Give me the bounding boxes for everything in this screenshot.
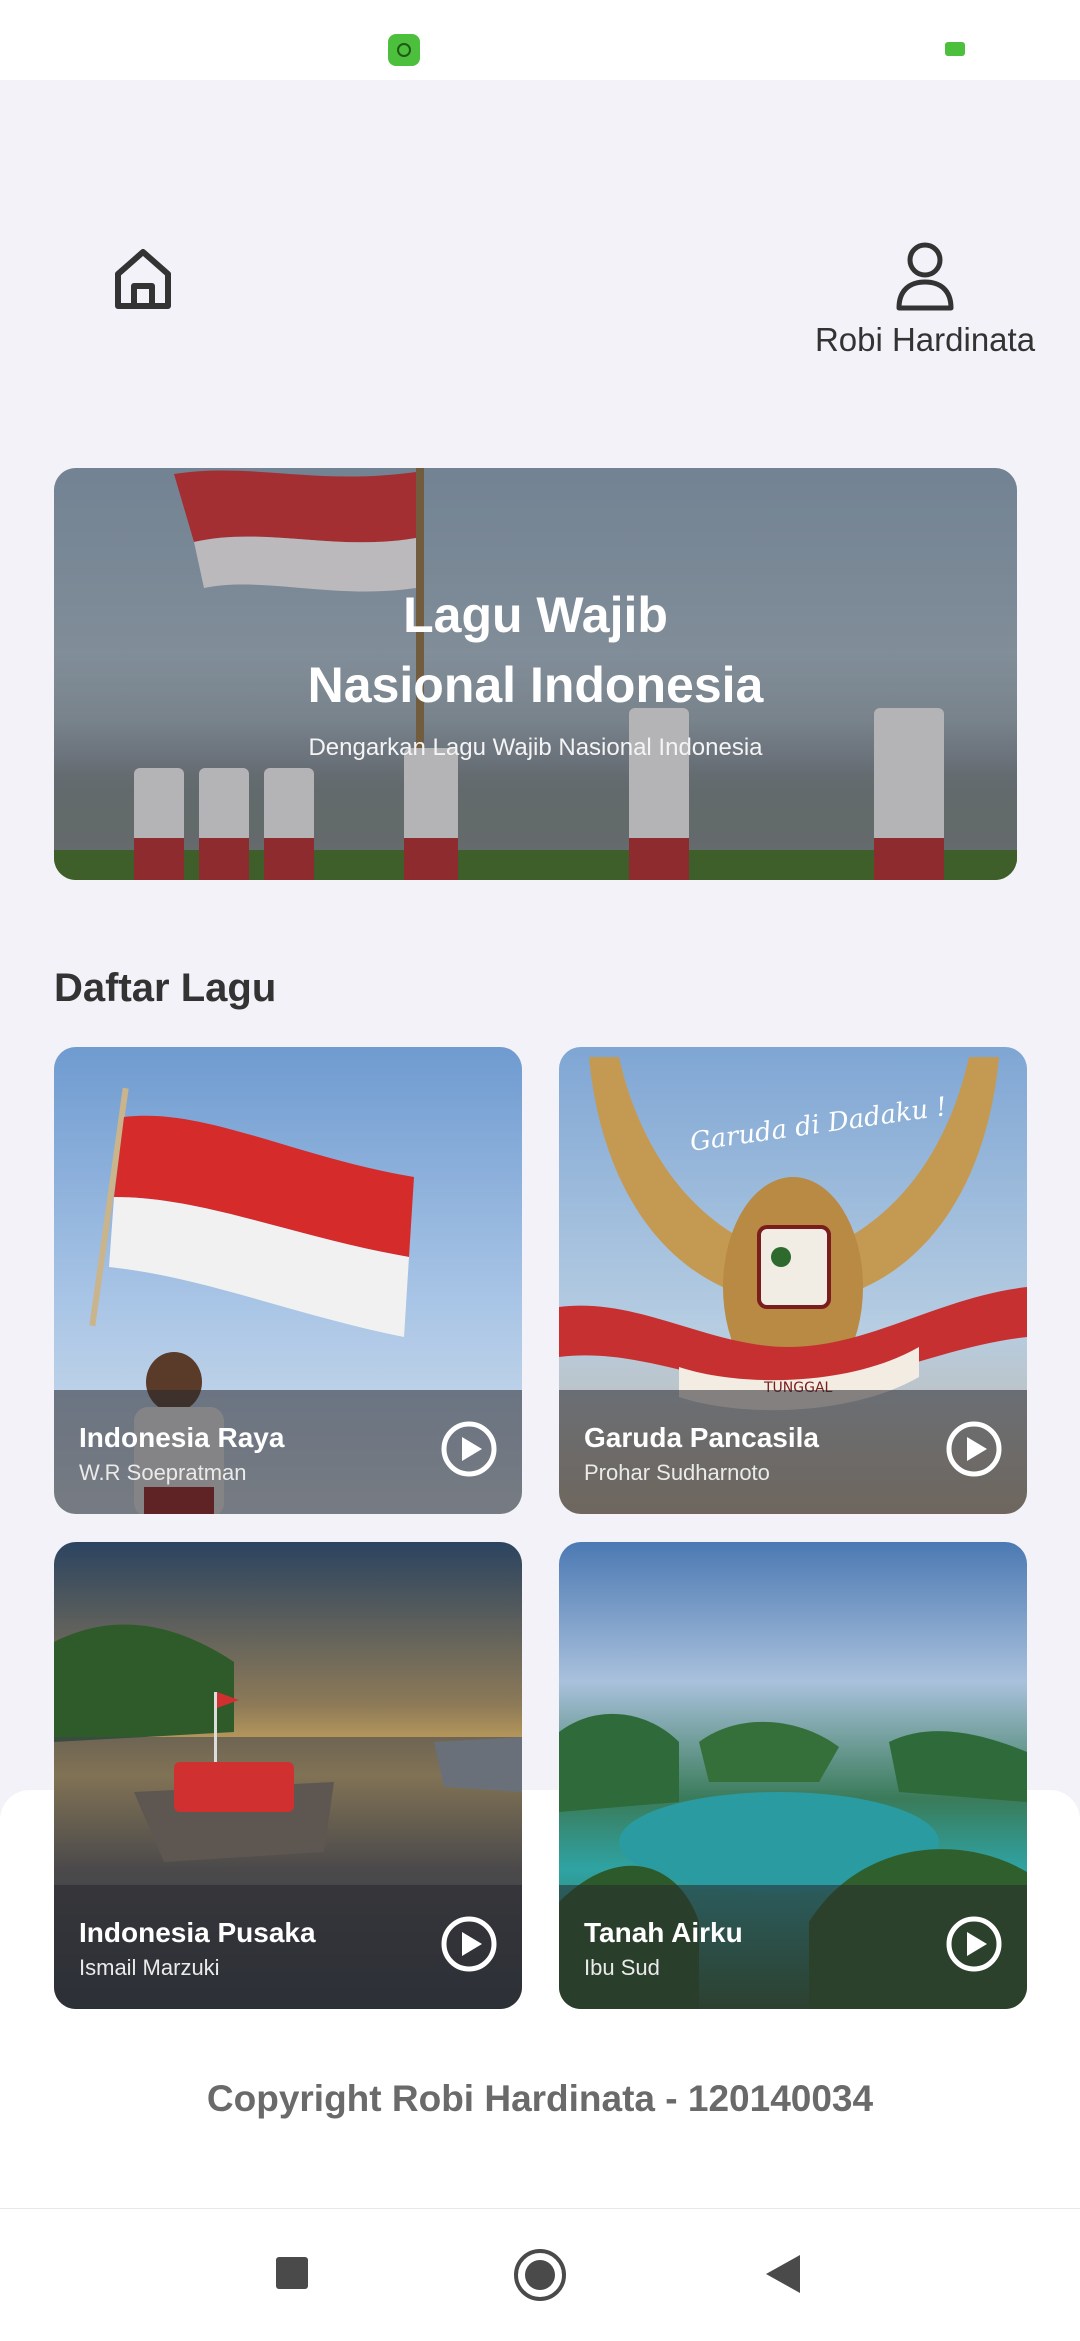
home-button[interactable] (108, 244, 178, 314)
song-artist: Ibu Sud (584, 1955, 660, 1980)
song-card-garuda-pancasila[interactable]: Garuda di Dadaku ! TUNGGAL Garuda Pancas… (559, 1047, 1027, 1514)
profile-name: Robi Hardinata (814, 321, 1036, 358)
recents-button[interactable] (276, 2257, 308, 2289)
song-title: Tanah Airku (584, 1917, 743, 1948)
play-icon[interactable] (945, 1915, 1003, 1973)
song-card-tanah-airku[interactable]: Tanah Airku Ibu Sud (559, 1542, 1027, 2009)
song-list-title: Daftar Lagu (54, 966, 277, 1010)
song-title: Indonesia Pusaka (79, 1917, 316, 1948)
copyright-text: Copyright Robi Hardinata - 120140034 (206, 2078, 874, 2119)
song-artist: W.R Soepratman (79, 1460, 247, 1485)
card-footer: Garuda Pancasila Prohar Sudharnoto (559, 1390, 1027, 1514)
hero-subtitle: Dengarkan Lagu Wajib Nasional Indonesia (308, 734, 763, 761)
play-icon[interactable] (440, 1915, 498, 1973)
song-title: Garuda Pancasila (584, 1422, 820, 1453)
system-navigation-bar (0, 2208, 1080, 2341)
app-notification-icon (388, 34, 420, 66)
back-button[interactable] (766, 2255, 800, 2293)
play-icon[interactable] (945, 1420, 1003, 1478)
card-footer: Indonesia Raya W.R Soepratman (54, 1390, 522, 1514)
user-icon (896, 242, 954, 311)
song-card-indonesia-raya[interactable]: Indonesia Raya W.R Soepratman (54, 1047, 522, 1514)
card-footer: Tanah Airku Ibu Sud (559, 1885, 1027, 2009)
card-footer: Indonesia Pusaka Ismail Marzuki (54, 1885, 522, 2009)
song-title: Indonesia Raya (79, 1422, 285, 1453)
play-icon[interactable] (440, 1420, 498, 1478)
hero-banner[interactable]: Lagu Wajib Nasional Indonesia Dengarkan … (54, 468, 1017, 880)
status-bar (0, 0, 1080, 80)
hero-title-line2: Nasional Indonesia (307, 657, 764, 713)
battery-icon (945, 42, 965, 56)
garuda-caption: Garuda di Dadaku ! (688, 1092, 948, 1158)
song-artist: Prohar Sudharnoto (584, 1460, 770, 1485)
song-artist: Ismail Marzuki (79, 1955, 220, 1980)
home-nav-button[interactable] (514, 2249, 566, 2301)
home-icon (115, 249, 171, 309)
song-card-indonesia-pusaka[interactable]: Indonesia Pusaka Ismail Marzuki (54, 1542, 522, 2009)
hero-title-line1: Lagu Wajib (403, 587, 668, 643)
profile-button[interactable]: Robi Hardinata (800, 240, 1050, 360)
hero-title: Lagu Wajib Nasional Indonesia (54, 580, 1017, 720)
